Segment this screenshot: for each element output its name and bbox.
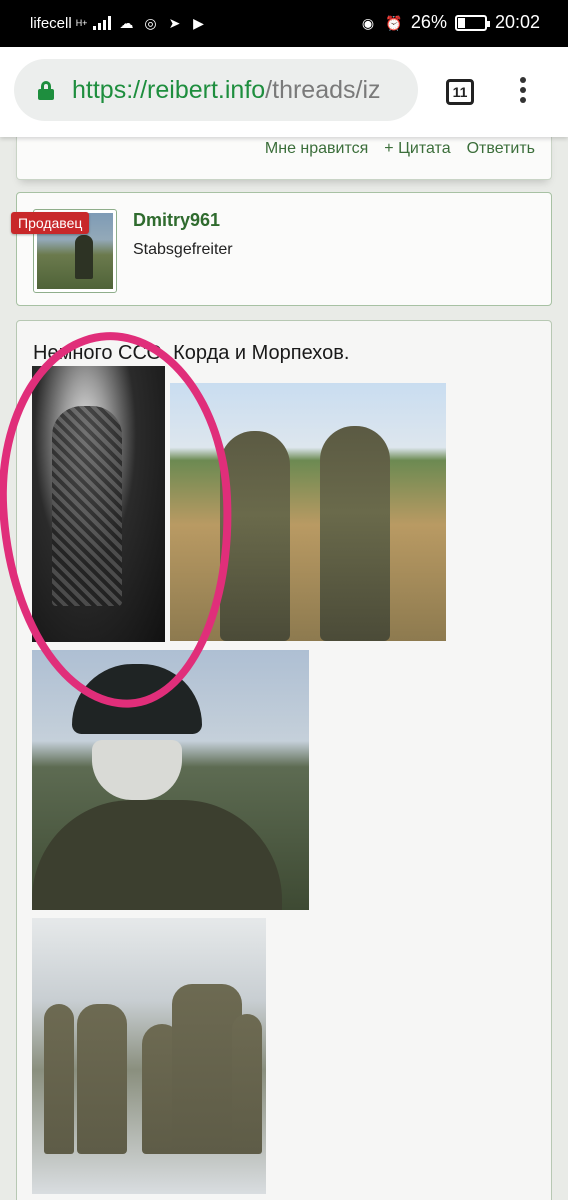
tab-switcher-button[interactable]: 11 xyxy=(446,79,474,105)
battery-percent: 26% xyxy=(410,12,447,32)
eye-icon: ◉ xyxy=(361,14,375,31)
browser-toolbar: https://reibert.info/threads/iz 11 xyxy=(0,47,568,137)
seller-badge: Продавец xyxy=(11,212,90,234)
previous-post-footer: Мне нравится + Цитата Ответить xyxy=(16,130,552,180)
like-link[interactable]: Мне нравится xyxy=(265,140,368,158)
status-left: lifecell H+ ☁ ◎ ➤ ▶ xyxy=(30,14,207,32)
post-text: Немного ССО. Корда и Морпехов. xyxy=(33,342,350,364)
carrier-name: lifecell xyxy=(30,14,72,32)
status-right: ◉ ⏰ 26% 20:02 xyxy=(359,12,540,33)
photo-group-soldiers[interactable] xyxy=(32,918,266,1194)
battery-icon xyxy=(454,14,490,31)
telegram-icon: ➤ xyxy=(168,15,181,31)
instagram-icon: ◎ xyxy=(144,15,157,31)
photo-soldier-bw[interactable] xyxy=(32,366,165,642)
address-bar[interactable]: https://reibert.info/threads/iz xyxy=(14,59,418,121)
author-card: Продавец Dmitry961 Stabsgefreiter xyxy=(11,192,552,306)
reply-link[interactable]: Ответить xyxy=(467,140,535,158)
lock-icon xyxy=(38,81,54,100)
username-link[interactable]: Dmitry961 xyxy=(133,210,220,231)
photo-masked-soldier[interactable] xyxy=(32,650,309,910)
url-text[interactable]: https://reibert.info/threads/iz xyxy=(72,76,381,105)
user-rank: Stabsgefreiter xyxy=(133,241,233,258)
alarm-icon: ⏰ xyxy=(385,14,403,31)
clock: 20:02 xyxy=(494,12,540,32)
quote-link[interactable]: + Цитата xyxy=(384,140,450,158)
youtube-icon: ▶ xyxy=(193,15,204,31)
signal-icon xyxy=(93,16,112,30)
network-type: H+ xyxy=(75,17,88,28)
post-body: Немного ССО. Корда и Морпехов. xyxy=(16,320,552,1200)
post-actions: Мне нравится + Цитата Ответить xyxy=(265,140,535,158)
overflow-menu-icon[interactable] xyxy=(515,77,531,107)
cloud-icon: ☁ xyxy=(119,15,134,31)
photo-two-soldiers[interactable] xyxy=(170,383,446,641)
status-bar: lifecell H+ ☁ ◎ ➤ ▶ ◉ ⏰ 26% 20:02 xyxy=(0,0,568,47)
